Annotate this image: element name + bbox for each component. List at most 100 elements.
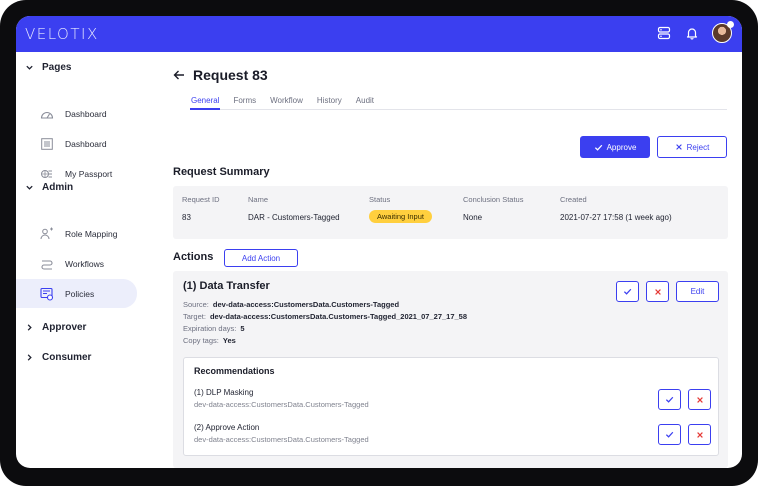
sidebar-item-dashboard-list[interactable]: Dashboard [16,129,137,158]
tab-bar: General Forms Workflow History Audit [190,96,727,110]
edit-action-button[interactable]: Edit [676,281,719,302]
device-frame: VELOTIX Pages Dashboard Dashboard My Pas… [0,0,758,486]
check-icon [665,396,674,403]
action-card: (1) Data Transfer Source: dev-data-access… [173,271,728,468]
sidebar-item-label: My Passport [65,168,113,179]
passport-icon [40,167,54,181]
top-bar: VELOTIX [16,16,742,52]
expiration-value: 5 [240,324,245,333]
gauge-icon [40,107,54,121]
recommendations-title: Recommendations [194,366,275,376]
server-icon[interactable] [656,25,672,41]
sidebar-section-label: Consumer [42,352,92,363]
source-label: Source: [183,300,209,309]
tab-general[interactable]: General [190,96,221,110]
reject-button[interactable]: Reject [657,136,727,158]
sidebar-section-admin[interactable]: Admin [24,182,73,193]
sidebar-item-label: Workflows [65,258,105,269]
app-screen: VELOTIX Pages Dashboard Dashboard My Pas… [16,16,742,468]
action-copy-tags: Copy tags: Yes [183,336,236,345]
close-icon [654,288,661,295]
bell-icon[interactable] [684,25,700,41]
app-logo[interactable]: VELOTIX [25,25,99,43]
chevron-right-icon [24,353,34,363]
action-reject-button[interactable] [646,281,669,302]
sidebar-item-label: Policies [65,288,95,299]
target-value: dev-data-access:CustomersData.Customers-… [209,312,468,321]
sidebar-item-label: Dashboard [65,138,107,149]
sidebar-item-dashboard[interactable]: Dashboard [16,99,137,128]
sidebar-section-label: Approver [42,322,87,333]
summary-value: 2021-07-27 17:58 (1 week ago) [560,213,672,222]
sidebar-section-approver[interactable]: Approver [24,322,86,333]
reject-label: Reject [686,142,710,152]
recommendations-panel: Recommendations (1) DLP Masking dev-data… [183,357,719,456]
summary-header: Created [560,195,587,204]
close-icon [696,431,703,438]
sidebar-item-label: Role Mapping [65,228,118,239]
check-icon [623,288,632,295]
summary-value: DAR - Customers-Tagged [248,213,340,222]
recommendation-approve-button[interactable] [658,424,681,445]
sidebar-item-policies[interactable]: Policies [16,279,137,308]
tab-history[interactable]: History [316,96,343,110]
recommendation-name: (1) DLP Masking [194,388,254,397]
target-label: Target: [183,312,206,321]
arrow-left-icon[interactable] [173,69,185,81]
actions-title: Actions [173,251,214,263]
tab-workflow[interactable]: Workflow [269,96,304,110]
action-target: Target: dev-data-access:CustomersData.Cus… [183,312,467,321]
role-mapping-icon [40,227,54,241]
close-icon [696,396,703,403]
summary-value: 83 [182,213,191,222]
summary-created: Created 2021-07-27 17:58 (1 week ago) [560,195,672,222]
summary-header: Conclusion Status [463,195,524,204]
sidebar-section-label: Admin [42,182,74,193]
recommendation-source: dev-data-access:CustomersData.Customers-… [194,400,369,409]
approve-button[interactable]: Approve [580,136,650,158]
sidebar-section-label: Pages [42,62,72,73]
top-bar-icons [656,21,734,43]
source-value: dev-data-access:CustomersData.Customers-… [212,300,400,309]
add-action-button[interactable]: Add Action [224,249,298,267]
summary-request-id: Request ID 83 [182,195,220,222]
policy-icon [40,287,54,301]
check-icon [665,431,674,438]
action-approve-button[interactable] [616,281,639,302]
recommendation-reject-button[interactable] [688,389,711,410]
user-avatar[interactable] [712,21,734,43]
summary-header: Name [248,195,269,204]
chevron-down-icon [24,63,34,73]
recommendation-name: (2) Approve Action [194,423,260,432]
chevron-down-icon [24,183,34,193]
sidebar-section-consumer[interactable]: Consumer [24,352,91,363]
summary-conclusion-status: Conclusion Status None [463,195,523,222]
request-summary-panel: Request ID 83 Name DAR - Customers-Tagge… [173,186,728,239]
action-title: (1) Data Transfer [183,280,270,292]
workflow-icon [40,257,54,271]
recommendation-approve-button[interactable] [658,389,681,410]
list-icon [40,137,54,151]
summary-value: None [463,213,483,222]
status-badge: Awaiting Input [369,210,432,223]
tab-audit[interactable]: Audit [355,96,375,110]
page-header: Request 83 [173,67,268,83]
summary-header: Request ID [182,195,220,204]
copy-tags-label: Copy tags: [183,336,219,345]
sidebar-section-pages[interactable]: Pages [24,62,71,73]
notification-dot [727,21,734,28]
close-icon [675,144,682,150]
sidebar-item-role-mapping[interactable]: Role Mapping [16,219,137,248]
summary-status: Status Awaiting Input [369,195,432,224]
summary-name: Name DAR - Customers-Tagged [248,195,340,222]
page-title: Request 83 [193,67,268,83]
main-content: Request 83 General Forms Workflow Histor… [173,52,728,468]
tab-forms[interactable]: Forms [232,96,257,110]
sidebar-item-workflows[interactable]: Workflows [16,249,137,278]
summary-header: Status [369,195,391,204]
sidebar-item-label: Dashboard [65,108,107,119]
expiration-label: Expiration days: [183,324,237,333]
action-expiration: Expiration days: 5 [183,324,245,333]
chevron-right-icon [24,323,34,333]
recommendation-reject-button[interactable] [688,424,711,445]
